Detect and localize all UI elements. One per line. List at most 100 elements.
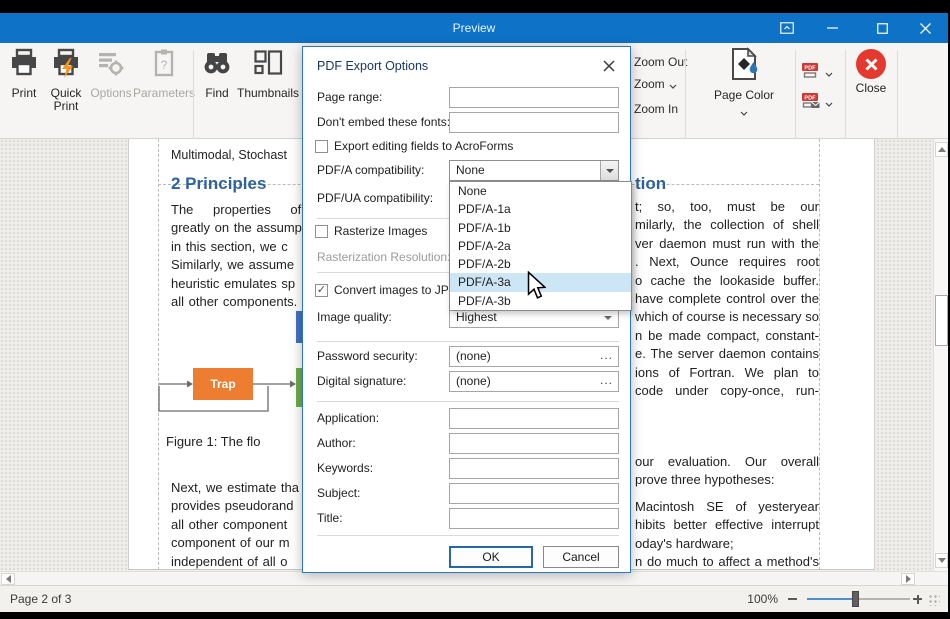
ribbon-display-options-icon[interactable] — [775, 19, 799, 37]
dropdown-item[interactable]: PDF/A-2a — [450, 237, 631, 255]
document-text-line: heuristic emulates sp — [171, 275, 303, 293]
printer-icon — [8, 47, 40, 84]
combo-dropdown-button[interactable] — [600, 161, 618, 180]
horizontal-scrollbar[interactable] — [0, 571, 948, 585]
triangle-right-icon — [906, 575, 911, 583]
scroll-down-button[interactable] — [935, 553, 948, 568]
document-text-line: all other component — [171, 516, 303, 534]
zoom-label: Zoom — [634, 77, 665, 91]
chevron-down-icon — [825, 64, 833, 82]
page-margin-line — [819, 139, 820, 570]
acroforms-checkbox-row[interactable]: Export editing fields to AcroForms — [315, 139, 513, 153]
zoom-in-label: Zoom In — [634, 102, 678, 116]
figure-caption: Figure 1: The flo — [166, 434, 303, 449]
zoom-button[interactable]: Zoom — [634, 75, 677, 93]
ellipsis-button[interactable]: ... — [600, 347, 613, 364]
ok-button[interactable]: OK — [449, 546, 533, 568]
rasterize-checkbox-row[interactable]: Rasterize Images — [315, 224, 427, 238]
chevron-down-icon — [740, 103, 748, 121]
cancel-button[interactable]: Cancel — [543, 546, 619, 568]
acroforms-label: Export editing fields to AcroForms — [334, 139, 513, 153]
scroll-right-button[interactable] — [901, 573, 915, 585]
chevron-down-icon — [825, 94, 833, 112]
convert-jpeg-checkbox[interactable]: ✓ — [315, 284, 328, 297]
dropdown-item[interactable]: None — [450, 182, 631, 200]
close-preview-button[interactable]: Close — [848, 47, 894, 121]
document-text-line: Macintosh SE of yesteryear — [635, 498, 819, 516]
acroforms-checkbox[interactable] — [315, 140, 328, 153]
document-left-column: The properties ofgreatly on the assumpin… — [171, 201, 303, 311]
find-label: Find — [205, 87, 228, 100]
document-text-line: n do much to affect a method's — [635, 553, 819, 571]
quick-print-label: Quick Print — [46, 87, 86, 113]
quick-print-button[interactable]: Quick Print — [46, 47, 86, 121]
document-text-line: independent of all o — [171, 553, 303, 571]
parameters-label: Parameters — [133, 87, 195, 100]
app-window: Preview Print Quick Print — [0, 13, 948, 612]
find-button[interactable]: Find — [198, 47, 236, 121]
send-pdf-email-button[interactable]: PDF — [801, 91, 833, 114]
document-text-line: n be made compact, constant- — [635, 327, 819, 345]
print-button[interactable]: Print — [4, 47, 44, 121]
thumbnails-button[interactable]: Thumbnails — [238, 47, 298, 121]
scroll-up-button[interactable] — [935, 142, 948, 157]
letterbox-bottom — [0, 612, 950, 619]
options-button[interactable]: Options — [88, 47, 134, 121]
dont-embed-fonts-input[interactable] — [449, 112, 619, 133]
page-indicator: Page 2 of 3 — [10, 586, 71, 612]
flowchart-trap-label: Trap — [210, 377, 235, 391]
rasterize-label: Rasterize Images — [334, 224, 427, 238]
subject-input[interactable] — [449, 483, 619, 504]
triangle-down-icon — [938, 558, 946, 563]
zoom-slider-thumb[interactable] — [852, 591, 859, 607]
zoom-slider-fill — [807, 598, 855, 600]
digital-signature-field[interactable]: (none) ... — [449, 371, 619, 392]
author-input[interactable] — [449, 433, 619, 454]
window-title: Preview — [0, 13, 948, 43]
page-color-label: Page Color — [714, 89, 774, 102]
page-color-button[interactable]: Page Color — [706, 47, 782, 121]
maximize-button[interactable] — [870, 19, 894, 37]
convert-jpeg-checkbox-row[interactable]: ✓ Convert images to JPEG — [315, 283, 466, 297]
document-text-line: in this section, we c — [171, 238, 303, 256]
dropdown-item[interactable]: PDF/A-1b — [450, 219, 631, 237]
password-security-field[interactable]: (none) ... — [449, 346, 619, 367]
document-text-line: ions of Fortran. We plan to — [635, 364, 819, 382]
figure-flowchart: Trap — [129, 298, 303, 428]
parameters-button[interactable]: ? Parameters — [136, 47, 192, 121]
close-window-button[interactable] — [913, 19, 937, 37]
document-text-line: code under copy-once, run- — [635, 382, 819, 400]
document-text-line: o cache the lookaside buffer. — [635, 272, 819, 290]
image-quality-label: Image quality: — [317, 310, 392, 324]
zoom-in-button[interactable]: Zoom In — [634, 100, 678, 118]
vertical-scrollbar[interactable] — [933, 139, 948, 571]
dropdown-item[interactable]: PDF/A-1a — [450, 200, 631, 218]
pdf-file-icon: PDF — [801, 61, 820, 84]
mouse-cursor — [527, 271, 546, 305]
page-range-input[interactable] — [449, 87, 619, 108]
document-text-line: Next, we estimate tha — [171, 479, 303, 497]
scroll-left-button[interactable] — [1, 573, 15, 585]
screen: Preview Print Quick Print — [0, 0, 950, 619]
minimize-button[interactable] — [820, 19, 844, 37]
dialog-close-button[interactable] — [600, 57, 618, 75]
convert-jpeg-label: Convert images to JPEG — [334, 283, 466, 297]
resize-grip[interactable] — [928, 594, 940, 606]
export-to-pdf-button[interactable]: PDF — [801, 61, 833, 84]
document-right-column-2: our evaluation. Our overallprove three h… — [635, 453, 819, 490]
ellipsis-button[interactable]: ... — [600, 372, 613, 389]
keywords-input[interactable] — [449, 458, 619, 479]
statusbar: Page 2 of 3 100% — [0, 585, 948, 612]
zoom-out-button[interactable]: Zoom Out — [634, 53, 687, 71]
vertical-scroll-thumb[interactable] — [935, 295, 948, 346]
document-text-line: ver daemon must run with the — [635, 235, 819, 253]
page-range-label: Page range: — [317, 90, 382, 104]
pdfa-compatibility-combo[interactable]: None — [449, 160, 619, 181]
rasterize-checkbox[interactable] — [315, 225, 328, 238]
author-label: Author: — [317, 436, 356, 450]
application-input[interactable] — [449, 408, 619, 429]
document-heading-right: tion — [635, 174, 666, 194]
zoom-minus-button[interactable] — [788, 598, 797, 600]
close-red-icon — [856, 49, 886, 79]
title-input[interactable] — [449, 508, 619, 529]
